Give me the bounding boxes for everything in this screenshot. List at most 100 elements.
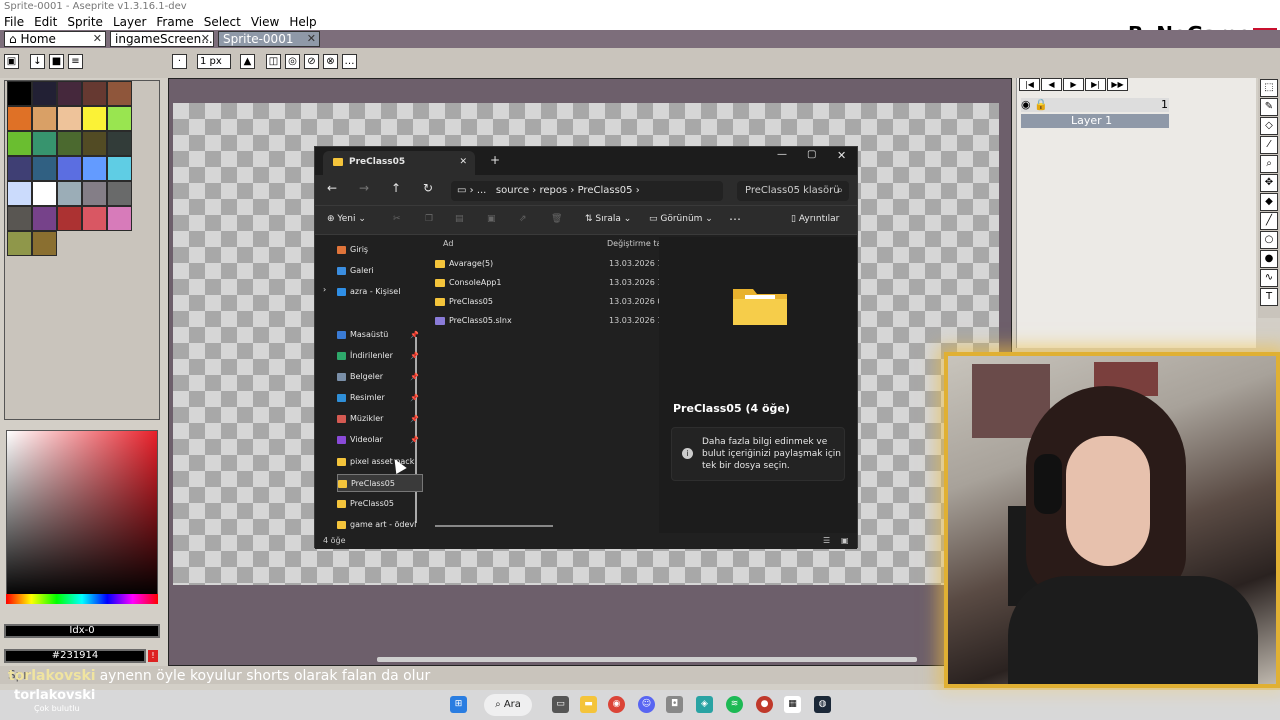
share-icon[interactable]: ⇗ bbox=[519, 214, 527, 224]
brush-mode-1-icon[interactable]: ◫ bbox=[266, 54, 281, 69]
discord-icon[interactable]: ☺ bbox=[638, 696, 655, 713]
palette-swatch[interactable] bbox=[32, 181, 57, 206]
menu-sprite[interactable]: Sprite bbox=[67, 14, 103, 30]
palette-swatch[interactable] bbox=[7, 81, 32, 106]
palette-swatch[interactable] bbox=[7, 181, 32, 206]
breadcrumb-source[interactable]: source bbox=[496, 185, 529, 196]
palette-swatch[interactable] bbox=[32, 156, 57, 181]
column-date[interactable]: Değiştirme tarihi bbox=[607, 239, 659, 248]
palette-swatch[interactable] bbox=[57, 81, 82, 106]
forward-icon[interactable]: → bbox=[359, 181, 369, 195]
refresh-icon[interactable]: ↻ bbox=[423, 181, 433, 195]
next-frame-icon[interactable]: ▶| bbox=[1085, 78, 1106, 91]
maximize-icon[interactable]: ▢ bbox=[807, 149, 816, 160]
breadcrumb[interactable]: ▭ › ... source › repos › PreClass05 › bbox=[451, 181, 723, 201]
palette-swatch[interactable] bbox=[82, 81, 107, 106]
palette-swatch[interactable] bbox=[7, 231, 32, 256]
palette-swatch[interactable] bbox=[32, 81, 57, 106]
line-icon[interactable]: ╱ bbox=[1260, 212, 1278, 230]
lock-icon[interactable]: 🔒 bbox=[1034, 98, 1048, 111]
taskbar-search[interactable]: ⌕ Ara bbox=[484, 694, 532, 716]
nav-item[interactable]: Müzikler 📌 bbox=[337, 410, 423, 428]
record-icon[interactable]: ● bbox=[756, 696, 773, 713]
app-icon[interactable]: ◈ bbox=[696, 696, 713, 713]
cut-icon[interactable]: ✂ bbox=[393, 214, 401, 224]
view-button[interactable]: ▭ Görünüm ⌄ bbox=[649, 214, 713, 224]
nav-item[interactable]: İndirilenler 📌 bbox=[337, 347, 423, 365]
menu-edit[interactable]: Edit bbox=[34, 14, 57, 30]
layer-row[interactable]: Layer 1 bbox=[1021, 114, 1169, 128]
nav-item[interactable]: azra - Kişisel bbox=[337, 283, 423, 301]
palette-swatch[interactable] bbox=[32, 106, 57, 131]
palette-swatch[interactable] bbox=[107, 206, 132, 231]
move-icon[interactable]: ✥ bbox=[1260, 174, 1278, 192]
palette-swatch[interactable] bbox=[57, 156, 82, 181]
palette-swatch[interactable] bbox=[107, 106, 132, 131]
palette-swatch[interactable] bbox=[82, 131, 107, 156]
close-icon[interactable]: ✕ bbox=[307, 32, 316, 46]
copy-icon[interactable]: ❐ bbox=[425, 214, 433, 224]
color-hex-field[interactable]: #231914 bbox=[4, 649, 146, 663]
new-button[interactable]: ⊕ Yeni ⌄ bbox=[327, 214, 366, 224]
eye-icon[interactable]: ◉ bbox=[1021, 98, 1031, 111]
chrome-icon[interactable]: ◉ bbox=[608, 696, 625, 713]
contour-icon[interactable]: ∿ bbox=[1260, 269, 1278, 287]
file-list-scrollbar[interactable] bbox=[435, 525, 553, 527]
rename-icon[interactable]: ▣ bbox=[487, 214, 496, 224]
details-button[interactable]: ▯ Ayrıntılar bbox=[791, 214, 839, 224]
color-picker[interactable] bbox=[6, 430, 158, 598]
horizontal-scrollbar[interactable] bbox=[377, 657, 917, 662]
palette-swatch[interactable] bbox=[107, 131, 132, 156]
more-options-icon[interactable]: ⋯ bbox=[729, 212, 741, 226]
eyedropper-icon[interactable]: ⁄ bbox=[1260, 136, 1278, 154]
new-tab-icon[interactable]: + bbox=[490, 153, 500, 167]
delete-icon[interactable]: 🗑 bbox=[551, 214, 562, 224]
breadcrumb-repos[interactable]: repos bbox=[539, 185, 567, 196]
camera-icon[interactable]: ◘ bbox=[666, 696, 683, 713]
menu-select[interactable]: Select bbox=[204, 14, 241, 30]
palette-swatch[interactable] bbox=[57, 106, 82, 131]
first-frame-icon[interactable]: |◀ bbox=[1019, 78, 1040, 91]
zoom-icon[interactable]: ⌕ bbox=[1260, 155, 1278, 173]
play-icon[interactable]: ▶ bbox=[1063, 78, 1084, 91]
spotify-icon[interactable]: ≋ bbox=[726, 696, 743, 713]
pixel-dot-icon[interactable]: · bbox=[172, 54, 187, 69]
minimize-icon[interactable]: — bbox=[777, 149, 787, 160]
frame-number[interactable]: 1 bbox=[1161, 98, 1168, 112]
nav-item[interactable]: Belgeler 📌 bbox=[337, 368, 423, 386]
nav-item[interactable]: Videolar 📌 bbox=[337, 431, 423, 449]
paste-icon[interactable]: ▤ bbox=[455, 214, 464, 224]
start-icon[interactable]: ⊞ bbox=[450, 696, 467, 713]
palette-swatch[interactable] bbox=[7, 131, 32, 156]
palette-swatch[interactable] bbox=[107, 181, 132, 206]
tab-home[interactable]: ⌂ Home ✕ bbox=[4, 31, 106, 47]
nav-item[interactable]: Giriş bbox=[337, 241, 423, 259]
menu-file[interactable]: File bbox=[4, 14, 24, 30]
brush-mode-2-icon[interactable]: ◎ bbox=[285, 54, 300, 69]
text-icon[interactable]: T bbox=[1260, 288, 1278, 306]
zoom-input[interactable]: 1 px bbox=[197, 54, 231, 69]
file-row[interactable]: PreClass05.slnx 13.03.2026 10: bbox=[435, 312, 663, 330]
brush-mode-4-icon[interactable]: ⊗ bbox=[323, 54, 338, 69]
steam-icon[interactable]: ◍ bbox=[814, 696, 831, 713]
task-view-icon[interactable]: ▭ bbox=[552, 696, 569, 713]
blur-icon[interactable]: ● bbox=[1260, 250, 1278, 268]
marquee-icon[interactable]: ⬚ bbox=[1260, 79, 1278, 97]
fill-icon[interactable]: ◆ bbox=[1260, 193, 1278, 211]
palette-swatch[interactable] bbox=[57, 206, 82, 231]
close-icon[interactable]: ✕ bbox=[201, 32, 210, 46]
menu-layer[interactable]: Layer bbox=[113, 14, 146, 30]
sort-button[interactable]: ⇅ Sırala ⌄ bbox=[585, 214, 631, 224]
palette-swatch[interactable] bbox=[82, 206, 107, 231]
menu-frame[interactable]: Frame bbox=[156, 14, 193, 30]
palette-swatch[interactable] bbox=[7, 156, 32, 181]
file-row[interactable]: PreClass05 13.03.2026 09: bbox=[435, 293, 663, 311]
prev-frame-icon[interactable]: ◀ bbox=[1041, 78, 1062, 91]
eraser-icon[interactable]: ◇ bbox=[1260, 117, 1278, 135]
lock-icon[interactable]: ▣ bbox=[4, 54, 19, 69]
brush-mode-3-icon[interactable]: ⊘ bbox=[304, 54, 319, 69]
menu-help[interactable]: Help bbox=[289, 14, 316, 30]
nav-item[interactable]: Resimler 📌 bbox=[337, 389, 423, 407]
download-icon[interactable]: ↓ bbox=[30, 54, 45, 69]
palette-swatch[interactable] bbox=[57, 131, 82, 156]
